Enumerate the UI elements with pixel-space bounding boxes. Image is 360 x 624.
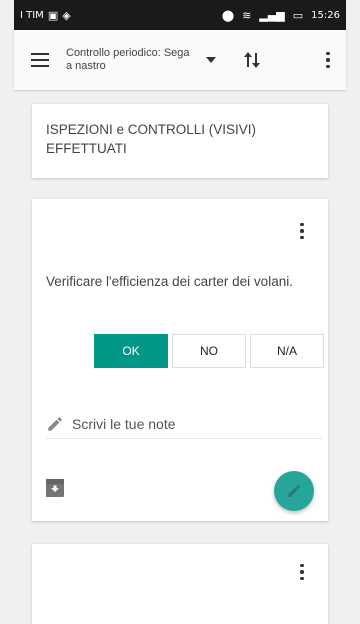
more-options-icon[interactable] — [322, 48, 334, 72]
next-more-options-icon[interactable] — [296, 560, 308, 584]
sync-icon: ◈ — [62, 8, 71, 22]
archive-icon[interactable] — [46, 479, 64, 497]
na-button[interactable]: N/A — [250, 334, 324, 368]
chevron-down-icon[interactable] — [204, 53, 218, 67]
ok-button[interactable]: OK — [94, 334, 168, 368]
section-card: ISPEZIONI e CONTROLLI (VISIVI) EFFETTUAT… — [32, 104, 328, 178]
section-title: ISPEZIONI e CONTROLLI (VISIVI) EFFETTUAT… — [46, 122, 257, 156]
signal-icon: ▂▄▆ — [259, 8, 285, 22]
toolbar-title: Controllo periodico: Sega a nastro — [66, 47, 190, 72]
note-input[interactable] — [72, 415, 302, 432]
pencil-icon — [48, 416, 62, 431]
question-text: Verificare l'efficienza dei carter dei v… — [46, 274, 293, 289]
next-question-card — [32, 544, 328, 624]
edit-icon — [288, 484, 301, 497]
hamburger-menu-icon[interactable] — [14, 30, 66, 90]
gallery-icon: ▣ — [47, 8, 59, 22]
wifi-icon: ≋ — [242, 8, 252, 22]
answer-options: OK NO N/A — [94, 334, 324, 368]
clock: 15:26 — [311, 9, 340, 21]
battery-icon: ▭ — [292, 8, 304, 22]
app-toolbar: Controllo periodico: Sega a nastro — [14, 30, 346, 90]
no-button[interactable]: NO — [172, 334, 246, 368]
carrier-label: I TIM — [20, 9, 44, 21]
status-bar: I TIM ▣ ◈ ⬤ ≋ ▂▄▆ ▭ 15:26 — [14, 0, 346, 30]
question-more-options-icon[interactable] — [296, 219, 308, 243]
location-icon: ⬤ — [221, 8, 235, 22]
edit-fab[interactable] — [274, 471, 314, 511]
question-card: Verificare l'efficienza dei carter dei v… — [32, 199, 328, 521]
sort-icon[interactable] — [240, 48, 264, 72]
note-field — [46, 409, 322, 439]
